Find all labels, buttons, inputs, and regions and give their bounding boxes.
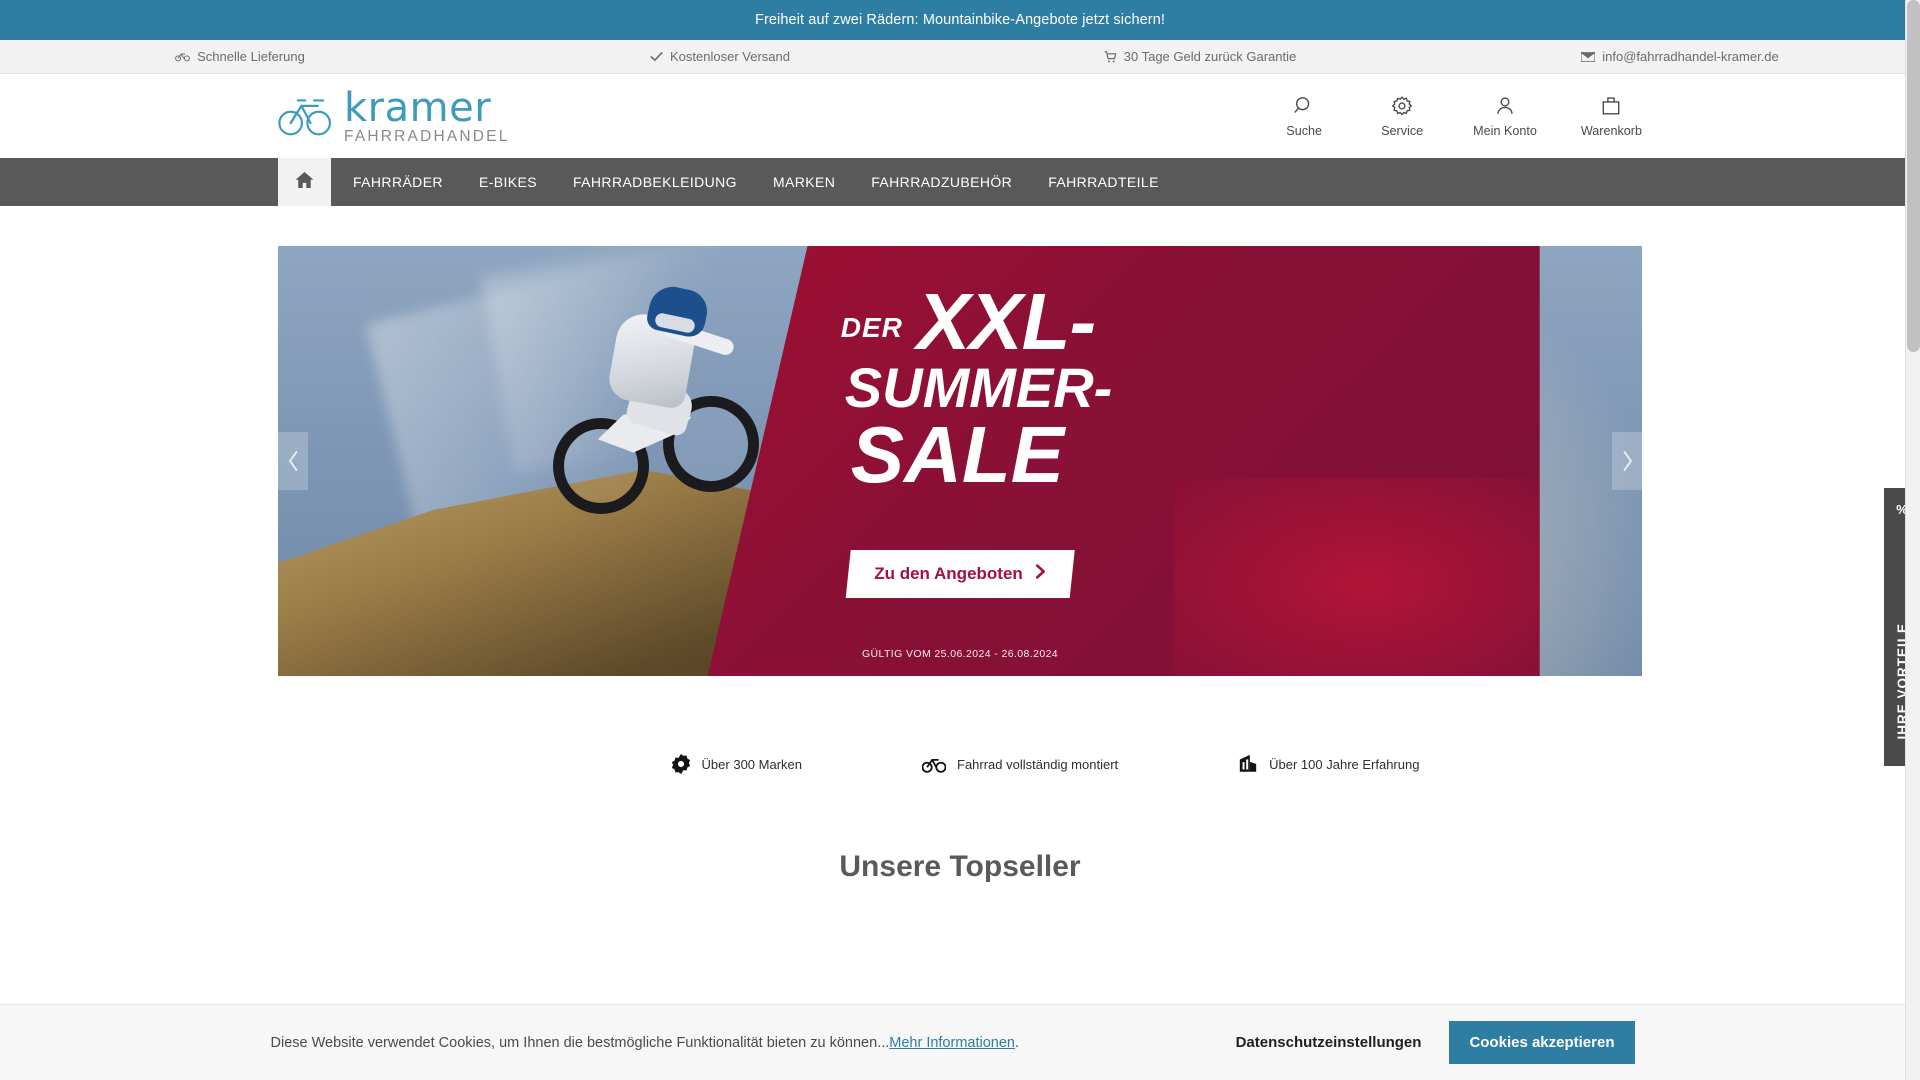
header-action-account[interactable]: Mein Konto bbox=[1473, 95, 1537, 138]
hero-slider-wrapper: DER XXL- SUMMER- SALE Zu den Angeboten G… bbox=[278, 206, 1642, 676]
hero-validity-text: GÜLTIG VOM 25.06.2024 - 26.08.2024 bbox=[861, 648, 1059, 660]
header-action-cart[interactable]: Warenkorb bbox=[1581, 95, 1642, 138]
service-item-label: 30 Tage Geld zurück Garantie bbox=[1123, 49, 1297, 64]
nav-item-ebikes[interactable]: E-BIKES bbox=[461, 158, 555, 206]
bicycle-icon bbox=[922, 756, 946, 773]
hero-red-panel: DER XXL- SUMMER- SALE bbox=[707, 246, 1540, 676]
usp-assembled: Fahrrad vollständig montiert bbox=[922, 754, 1118, 774]
chevron-left-icon bbox=[287, 450, 300, 472]
service-item-label: Kostenloser Versand bbox=[670, 49, 790, 64]
hero-prev-button[interactable] bbox=[278, 432, 308, 490]
hero-cta-label: Zu den Angeboten bbox=[874, 564, 1023, 583]
hero-slider: DER XXL- SUMMER- SALE Zu den Angeboten G… bbox=[278, 246, 1642, 676]
chevron-right-icon bbox=[1621, 450, 1634, 472]
nav-item-fahrradzubehoer[interactable]: FAHRRADZUBEHÖR bbox=[853, 158, 1030, 206]
bicycle-logo-icon bbox=[278, 91, 334, 142]
hero-next-button[interactable] bbox=[1612, 432, 1642, 490]
user-icon bbox=[1494, 95, 1516, 117]
header-action-label: Mein Konto bbox=[1473, 123, 1537, 138]
service-item-guarantee: 30 Tage Geld zurück Garantie bbox=[960, 49, 1440, 64]
nav-item-fahrraeder[interactable]: FAHRRÄDER bbox=[331, 158, 461, 206]
site-logo[interactable]: kramer FAHRRADHANDEL bbox=[278, 88, 510, 145]
usp-label: Fahrrad vollständig montiert bbox=[957, 756, 1119, 772]
usp-label: Über 100 Jahre Erfahrung bbox=[1269, 756, 1420, 772]
nav-item-fahrradteile[interactable]: FAHRRADTEILE bbox=[1030, 158, 1177, 206]
nav-item-marken[interactable]: MARKEN bbox=[755, 158, 853, 206]
header-actions: Suche Service Mein Konto Warenkorb bbox=[1277, 95, 1642, 138]
badge-icon bbox=[671, 754, 691, 774]
search-icon bbox=[1293, 95, 1315, 117]
privacy-settings-button[interactable]: Datenschutzeinstellungen bbox=[1219, 1021, 1438, 1064]
cookie-text: Diese Website verwendet Cookies, um Ihne… bbox=[271, 1035, 1020, 1051]
hero-headline-line3: SALE bbox=[850, 410, 1065, 500]
gear-icon bbox=[1391, 95, 1413, 117]
header-action-search[interactable]: Suche bbox=[1277, 95, 1331, 138]
logo-wordmark: kramer bbox=[344, 84, 492, 131]
promo-banner[interactable]: Freiheit auf zwei Rädern: Mountainbike-A… bbox=[0, 0, 1920, 40]
nav-item-fahrradbekleidung[interactable]: FAHRRADBEKLEIDUNG bbox=[555, 158, 755, 206]
header-action-label: Warenkorb bbox=[1580, 123, 1642, 138]
check-icon bbox=[650, 51, 663, 62]
cookie-text-body: Diese Website verwendet Cookies, um Ihne… bbox=[270, 1034, 890, 1051]
service-item-email[interactable]: info@fahrradhandel-kramer.de bbox=[1440, 49, 1920, 64]
hero-headline-line2: SUMMER- bbox=[844, 356, 1113, 420]
hero-mountainbiker bbox=[551, 280, 771, 540]
header-action-label: Suche bbox=[1286, 123, 1323, 138]
usp-brands: Über 300 Marken bbox=[671, 754, 802, 774]
logo-subtitle: FAHRRADHANDEL bbox=[344, 127, 510, 145]
bicycle-icon bbox=[175, 51, 191, 62]
usp-label: Über 300 Marken bbox=[701, 756, 802, 772]
topseller-heading: Unsere Topseller bbox=[839, 850, 1081, 883]
site-header: kramer FAHRRADHANDEL Suche Service Mein … bbox=[0, 74, 1920, 158]
main-navigation: FAHRRÄDER E-BIKES FAHRRADBEKLEIDUNG MARK… bbox=[0, 158, 1920, 206]
cookie-text-suffix: . bbox=[1014, 1034, 1020, 1051]
nav-items: FAHRRÄDER E-BIKES FAHRRADBEKLEIDUNG MARK… bbox=[331, 158, 1177, 206]
cookie-consent-banner: Diese Website verwendet Cookies, um Ihne… bbox=[0, 1004, 1905, 1080]
hero-eyebrow: DER bbox=[840, 312, 903, 344]
service-item-label: Schnelle Lieferung bbox=[197, 49, 305, 64]
cart-icon bbox=[1104, 50, 1117, 63]
service-item-shipping: Kostenloser Versand bbox=[480, 49, 960, 64]
page-scrollbar[interactable] bbox=[1905, 0, 1920, 1080]
accept-cookies-button[interactable]: Cookies akzeptieren bbox=[1449, 1021, 1635, 1064]
usp-row: Über 300 Marken Fahrrad vollständig mont… bbox=[278, 676, 1642, 774]
service-bar: Schnelle Lieferung Kostenloser Versand 3… bbox=[0, 40, 1920, 74]
hero-headline-line1: XXL- bbox=[916, 276, 1096, 366]
chevron-right-icon bbox=[1035, 564, 1046, 584]
service-item-label: info@fahrradhandel-kramer.de bbox=[1602, 49, 1779, 64]
hero-cta-button[interactable]: Zu den Angeboten bbox=[845, 550, 1075, 598]
experience-icon bbox=[1238, 754, 1258, 774]
home-icon bbox=[295, 171, 314, 194]
cookie-actions: Datenschutzeinstellungen Cookies akzepti… bbox=[1219, 1021, 1635, 1064]
service-item-delivery: Schnelle Lieferung bbox=[0, 49, 480, 64]
nav-home-button[interactable] bbox=[278, 158, 331, 206]
hero-headline-block: DER XXL- SUMMER- SALE bbox=[840, 276, 1407, 500]
cookie-more-info-link[interactable]: Mehr Informationen bbox=[889, 1035, 1015, 1051]
promo-banner-text: Freiheit auf zwei Rädern: Mountainbike-A… bbox=[755, 12, 1165, 28]
envelope-icon bbox=[1581, 51, 1596, 62]
scrollbar-thumb[interactable] bbox=[1907, 0, 1920, 352]
bag-icon bbox=[1600, 95, 1622, 117]
usp-experience: Über 100 Jahre Erfahrung bbox=[1238, 754, 1419, 774]
header-action-label: Service bbox=[1381, 123, 1424, 138]
header-action-service[interactable]: Service bbox=[1375, 95, 1429, 138]
